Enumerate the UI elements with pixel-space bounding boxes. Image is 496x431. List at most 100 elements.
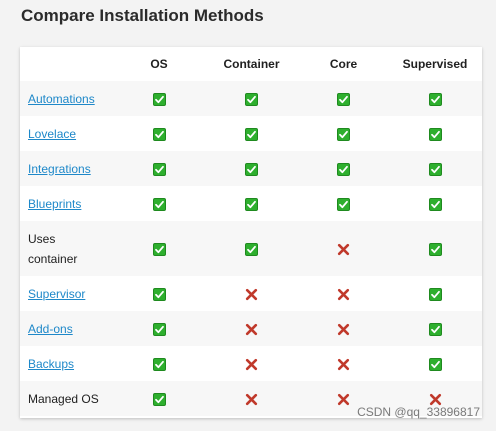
check-mark-icon (245, 162, 258, 176)
status-cell (299, 116, 388, 151)
check-mark-icon (337, 162, 350, 176)
check-mark-icon (245, 242, 258, 256)
cross-mark-icon (245, 323, 258, 335)
cross-mark-icon (245, 393, 258, 405)
status-cell (388, 311, 482, 346)
status-cell (299, 221, 388, 276)
cross-mark-icon (337, 243, 350, 255)
feature-cell: Automations (20, 81, 114, 116)
status-cell (114, 186, 204, 221)
cross-mark-icon (337, 323, 350, 335)
check-mark-icon (337, 127, 350, 141)
status-cell (204, 311, 299, 346)
cross-mark-icon (337, 358, 350, 370)
check-mark-icon (337, 197, 350, 211)
check-mark-icon (428, 242, 442, 256)
table-row: Supervisor (20, 276, 482, 311)
status-cell (114, 81, 204, 116)
status-cell (388, 221, 482, 276)
cross-mark-icon (337, 393, 350, 405)
status-cell (388, 346, 482, 381)
check-mark-icon (428, 322, 442, 336)
status-cell (114, 116, 204, 151)
feature-link[interactable]: Backups (28, 357, 74, 371)
check-mark-icon (152, 357, 166, 371)
feature-link[interactable]: Lovelace (28, 127, 76, 141)
feature-cell: Blueprints (20, 186, 114, 221)
feature-link[interactable]: Add-ons (28, 322, 73, 336)
status-cell (204, 381, 299, 416)
table-row: Integrations (20, 151, 482, 186)
check-mark-icon (152, 197, 166, 211)
check-mark-icon (245, 127, 258, 141)
check-mark-icon (152, 322, 166, 336)
feature-link[interactable]: Supervisor (28, 287, 85, 301)
table-row: Automations (20, 81, 482, 116)
header-cell-core: Core (329, 57, 358, 71)
table-row: Uses container (20, 221, 482, 276)
header-cell-feature (20, 47, 114, 81)
cross-mark-icon (245, 358, 258, 370)
status-cell (299, 151, 388, 186)
watermark-text: CSDN @qq_33896817 (357, 405, 480, 419)
comparison-card: OS Container Core Supervised Automations… (20, 47, 482, 418)
feature-cell: Supervisor (20, 276, 114, 311)
status-cell (204, 116, 299, 151)
status-cell (114, 311, 204, 346)
status-cell (388, 81, 482, 116)
cross-mark-icon (245, 288, 258, 300)
status-cell (204, 186, 299, 221)
status-cell (204, 221, 299, 276)
status-cell (114, 221, 204, 276)
status-cell (388, 116, 482, 151)
status-cell (299, 311, 388, 346)
status-cell (204, 346, 299, 381)
header-cell-container: Container (223, 57, 280, 71)
status-cell (204, 81, 299, 116)
check-mark-icon (337, 92, 350, 106)
feature-label: Managed OS (28, 391, 99, 406)
status-cell (388, 151, 482, 186)
cross-mark-icon (337, 288, 350, 300)
table-row: Add-ons (20, 311, 482, 346)
status-cell (388, 276, 482, 311)
check-mark-icon (428, 92, 442, 106)
check-mark-icon (152, 242, 166, 256)
check-mark-icon (152, 162, 166, 176)
feature-cell: Uses container (20, 221, 114, 276)
status-cell (299, 276, 388, 311)
comparison-table: OS Container Core Supervised Automations… (20, 47, 482, 416)
feature-link[interactable]: Automations (28, 92, 95, 106)
status-cell (299, 81, 388, 116)
check-mark-icon (152, 92, 166, 106)
feature-cell: Backups (20, 346, 114, 381)
check-mark-icon (428, 162, 442, 176)
table-body: Automations Lovelace Integrations Blueprint… (20, 81, 482, 416)
feature-cell: Lovelace (20, 116, 114, 151)
header-cell-os: OS (150, 57, 168, 71)
check-mark-icon (152, 392, 166, 406)
status-cell (114, 381, 204, 416)
status-cell (114, 346, 204, 381)
check-mark-icon (152, 287, 166, 301)
page-title: Compare Installation Methods (21, 6, 264, 25)
status-cell (299, 186, 388, 221)
check-mark-icon (245, 92, 258, 106)
feature-cell: Add-ons (20, 311, 114, 346)
check-mark-icon (428, 287, 442, 301)
status-cell (204, 276, 299, 311)
check-mark-icon (152, 127, 166, 141)
feature-link[interactable]: Blueprints (28, 197, 81, 211)
header-cell-supervised: Supervised (402, 57, 468, 71)
feature-label: Uses container (28, 231, 78, 266)
status-cell (388, 186, 482, 221)
table-row: Backups (20, 346, 482, 381)
check-mark-icon (428, 127, 442, 141)
feature-cell: Integrations (20, 151, 114, 186)
status-cell (114, 151, 204, 186)
status-cell (299, 346, 388, 381)
status-cell (204, 151, 299, 186)
feature-link[interactable]: Integrations (28, 162, 91, 176)
table-row: Lovelace (20, 116, 482, 151)
check-mark-icon (245, 197, 258, 211)
